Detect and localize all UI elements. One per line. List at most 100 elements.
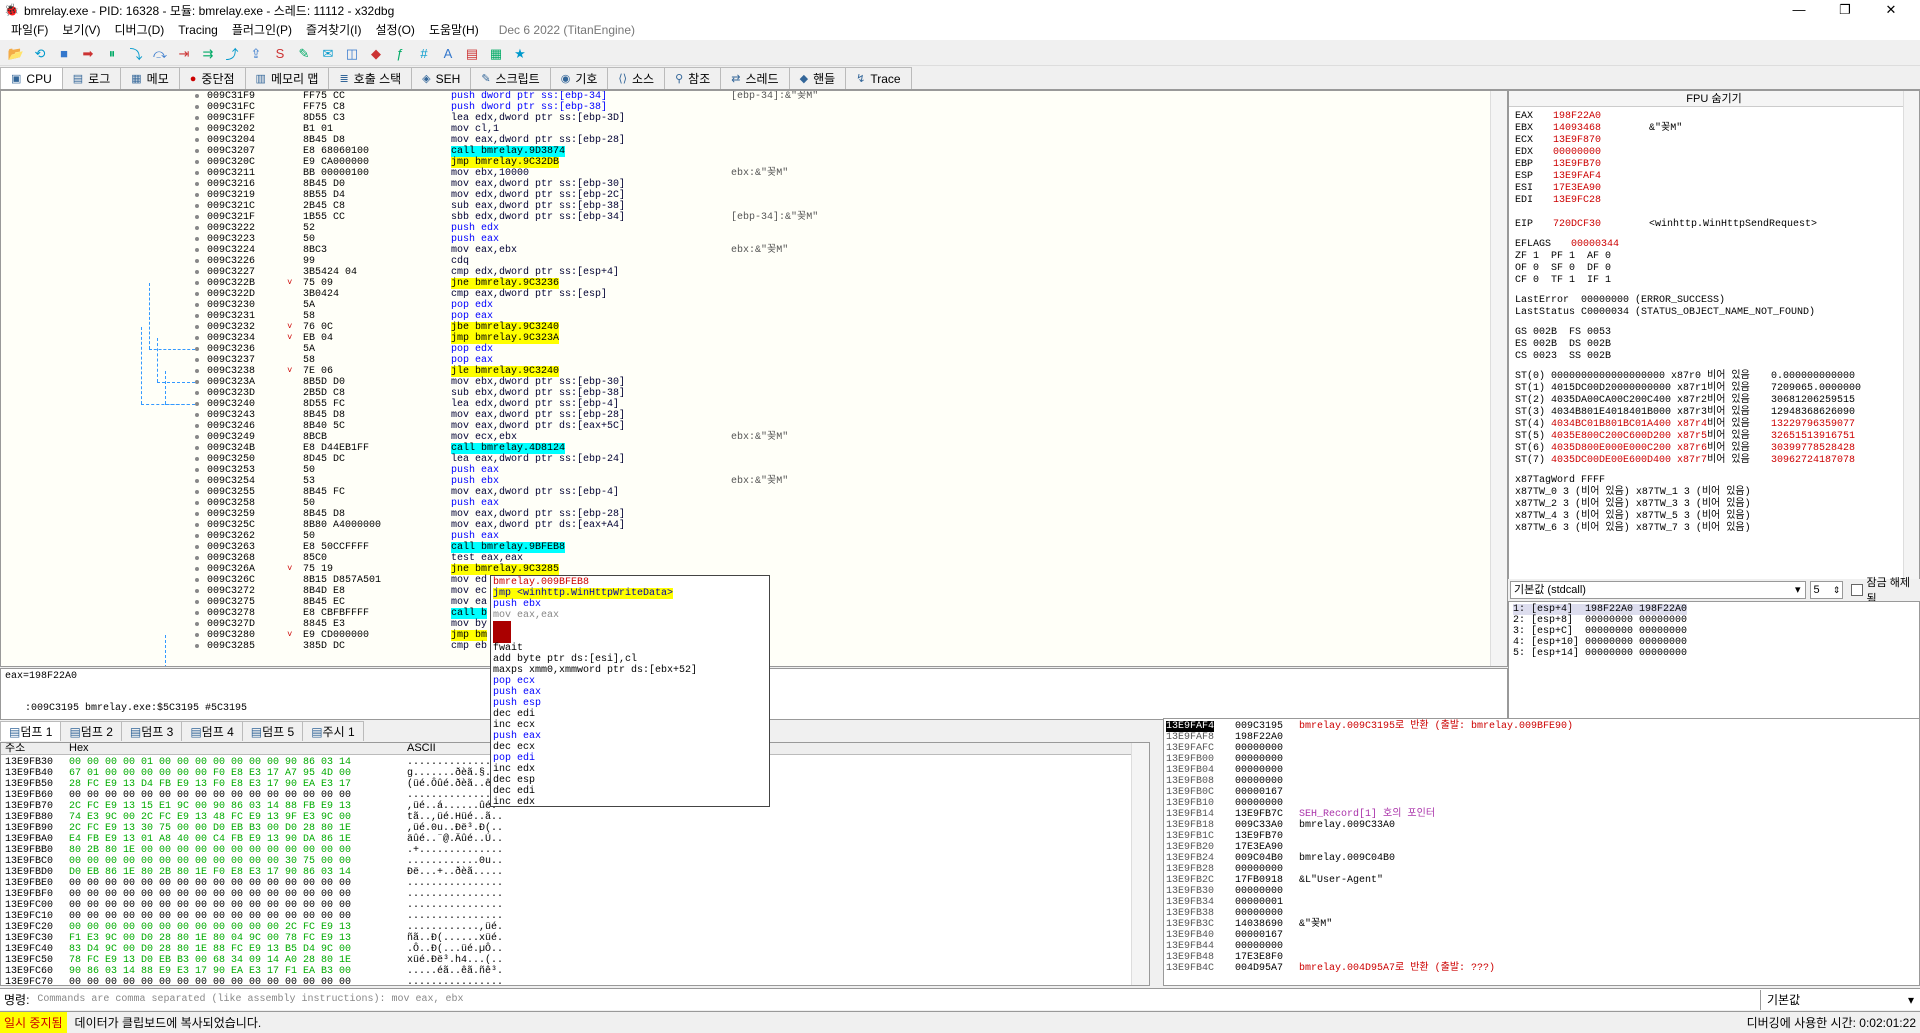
disasm-row[interactable]: 009C3237 58 pop eax [1,355,1507,366]
menu-item[interactable]: 도움말(H) [422,20,486,40]
breakpoint-dot[interactable] [195,578,199,582]
disasm-row[interactable]: 009C31FF 8D55 C3 lea edx,dword ptr ss:[ebp… [1,113,1507,124]
stack-row[interactable]: 13E9FAFC 00000000 [1164,743,1919,754]
disasm-row[interactable]: 009C3234 ˅ EB 04 jmp bmrelay.9C323A [1,333,1507,344]
disasm-row[interactable]: 009C3262 50 push eax [1,531,1507,542]
call-arg-row[interactable]: 1: [esp+4] 198F22A0 198F22A0 [1513,604,1688,615]
disasm-row[interactable]: 009C322D 3B0424 cmp eax,dword ptr ss:[esp] [1,289,1507,300]
breakpoint-dot[interactable] [195,149,199,153]
disasm-row[interactable]: 009C321C 2B45 C8 sub eax,dword ptr ss:[ebp… [1,201,1507,212]
dump-tab[interactable]: ▤ 덤프 4 [181,721,243,741]
breakpoint-dot[interactable] [195,226,199,230]
stack-row[interactable]: 13E9FB20 17E3EA90 [1164,842,1919,853]
breakpoint-dot[interactable] [195,160,199,164]
menu-item[interactable]: Tracing [171,20,225,40]
disasm-row[interactable]: 009C3204 8B45 D8 mov eax,dword ptr ss:[ebp… [1,135,1507,146]
execute-till-return-icon[interactable]: ⤴ [220,43,244,65]
breakpoint-dot[interactable] [195,259,199,263]
call-arg-row[interactable]: 5: [esp+14] 00000000 00000000 [1513,648,1687,659]
fpu-reg-name[interactable]: ST(6) [1515,443,1545,455]
fpu-reg-name[interactable]: ST(0) [1515,371,1545,383]
disasm-row[interactable]: 009C3246 8B40 5C mov eax,dword ptr ds:[eax… [1,421,1507,432]
stack-row[interactable]: 13E9FB24 009C04B0 bmrelay.009C04B0 [1164,853,1919,864]
disasm-row[interactable]: 009C31FC FF75 C8 push dword ptr ss:[ebp-38… [1,102,1507,113]
menu-item[interactable]: 설정(O) [369,20,422,40]
dump-row[interactable]: 13E9FC00 00 00 00 00 00 00 00 00 00 00 00… [1,900,1149,911]
disasm-row[interactable]: 009C3202 B1 01 mov cl,1 [1,124,1507,135]
disasm-row[interactable]: 009C3224 8BC3 mov eax,ebx ebx:&"꽂M" [1,245,1507,256]
tab-symbol[interactable]: ◉ 기호 [549,67,609,89]
fpu-reg-name[interactable]: ST(1) [1515,383,1545,395]
tab-trace[interactable]: ↯ Trace [845,67,912,89]
disassembly-scrollbar[interactable] [1490,91,1507,666]
disasm-row[interactable]: 009C322B ˅ 75 09 jne bmrelay.9C3236 [1,278,1507,289]
run-to-user-code-icon[interactable]: ⇪ [244,43,268,65]
disasm-row[interactable]: 009C325C 8B80 A4000000 mov eax,dword ptr d… [1,520,1507,531]
dump-row[interactable]: 13E9FBF0 00 00 00 00 00 00 00 00 00 00 00… [1,889,1149,900]
dump-row[interactable]: 13E9FC20 00 00 00 00 00 00 00 00 00 00 00… [1,922,1149,933]
tab-thread[interactable]: ⇄ 스레드 [720,67,790,89]
tab-breakpoint[interactable]: ● 중단점 [178,67,246,89]
dump-row[interactable]: 13E9FC70 00 00 00 00 00 00 00 00 00 00 00… [1,977,1149,985]
maximize-button[interactable]: ❐ [1822,0,1868,20]
menu-item[interactable]: 파일(F) [4,20,55,40]
graph-icon[interactable]: ▤ [460,43,484,65]
disasm-row[interactable]: 009C320C E9 CA000000 jmp bmrelay.9C32DB [1,157,1507,168]
stop-icon[interactable]: ■ [52,43,76,65]
disasm-row[interactable]: 009C3240 8D55 FC lea edx,dword ptr ss:[ebp… [1,399,1507,410]
tab-script[interactable]: ✎ 스크립트 [470,67,551,89]
disasm-row[interactable]: 009C3249 8BCB mov ecx,ebx ebx:&"꽂M" [1,432,1507,443]
breakpoint-dot[interactable] [195,369,199,373]
breakpoint-dot[interactable] [195,138,199,142]
label-icon[interactable]: ◫ [340,43,364,65]
patch-icon[interactable]: ✎ [292,43,316,65]
register-name[interactable]: ESP [1515,171,1533,183]
stack-row[interactable]: 13E9FB3C 14038690 &"꽂M" [1164,919,1919,930]
menu-item[interactable]: 디버그(D) [107,20,171,40]
call-arg-row[interactable]: 3: [esp+C] 00000000 00000000 [1513,626,1687,637]
tab-memory[interactable]: ▥ 메모리 맵 [244,67,330,89]
register-value[interactable]: 14093468 [1553,123,1601,135]
breakpoint-dot[interactable] [195,413,199,417]
disasm-row[interactable]: 009C3222 52 push edx [1,223,1507,234]
step-over-icon[interactable]: ⤼ [148,43,172,65]
breakpoint-dot[interactable] [195,347,199,351]
breakpoint-dot[interactable] [195,622,199,626]
register-value[interactable]: 720DCF30 [1553,219,1601,231]
dump-row[interactable]: 13E9FBC0 00 00 00 00 00 00 00 00 00 00 00… [1,856,1149,867]
breakpoint-dot[interactable] [195,611,199,615]
dump-row[interactable]: 13E9FBB0 80 2B 80 1E 00 00 00 00 00 00 00… [1,845,1149,856]
minimize-button[interactable]: — [1776,0,1822,20]
breakpoint-dot[interactable] [195,314,199,318]
breakpoint-dot[interactable] [195,600,199,604]
stack-row[interactable]: 13E9FB48 17E3E8F0 [1164,952,1919,963]
register-value[interactable]: 13E9FC28 [1553,195,1601,207]
breakpoint-dot[interactable] [195,303,199,307]
register-name[interactable]: EIP [1515,219,1533,231]
stack-row[interactable]: 13E9FB28 00000000 [1164,864,1919,875]
breakpoint-dot[interactable] [195,127,199,131]
breakpoint-dot[interactable] [195,490,199,494]
breakpoint-dot[interactable] [195,182,199,186]
breakpoint-dot[interactable] [195,567,199,571]
breakpoint-dot[interactable] [195,292,199,296]
register-value[interactable]: 198F22A0 [1553,111,1601,123]
breakpoint-dot[interactable] [195,545,199,549]
dump-row[interactable]: 13E9FB90 2C FC E9 13 30 75 00 00 D0 EB B3… [1,823,1149,834]
breakpoint-dot[interactable] [195,512,199,516]
disasm-row[interactable]: 009C323A 8B5D D0 mov ebx,dword ptr ss:[ebp… [1,377,1507,388]
stack-row[interactable]: 13E9FB34 00000001 [1164,897,1919,908]
close-button[interactable]: ✕ [1868,0,1914,20]
disasm-row[interactable]: 009C3207 E8 68060100 call bmrelay.9D3874 [1,146,1507,157]
tab-callstack[interactable]: ≣ 호출 스택 [328,67,413,89]
tab-notes[interactable]: ▦ 메모 [120,67,180,89]
breakpoint-dot[interactable] [195,534,199,538]
breakpoint-dot[interactable] [195,468,199,472]
breakpoint-dot[interactable] [195,237,199,241]
menu-item[interactable]: 즐겨찾기(I) [299,20,369,40]
stack-row[interactable]: 13E9FB40 00000167 [1164,930,1919,941]
register-name[interactable]: ECX [1515,135,1533,147]
stack-row[interactable]: 13E9FB30 00000000 [1164,886,1919,897]
disasm-row[interactable]: 009C324B E8 D44EB1FF call bmrelay.4D8124 [1,443,1507,454]
disasm-row[interactable]: 009C326A ˅ 75 19 jne bmrelay.9C3285 [1,564,1507,575]
